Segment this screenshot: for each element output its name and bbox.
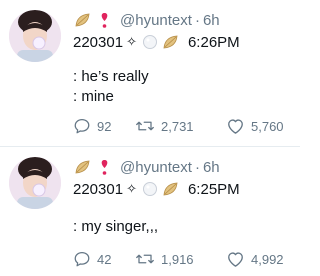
reply-button[interactable]: 92 xyxy=(73,116,111,136)
tweet-text-line: : he’s really xyxy=(73,68,149,85)
like-count: 5,760 xyxy=(251,118,284,134)
retweet-icon xyxy=(135,117,161,135)
reply-icon xyxy=(73,117,97,135)
tweet-feed: @hyuntext · 6h 220301 ✧ 6:26PM : he’s re… xyxy=(0,0,300,276)
tweet-meta-line: 220301 ✧ 6:26PM xyxy=(73,31,240,53)
reply-icon xyxy=(73,250,97,268)
heart-emoji-icon xyxy=(95,158,114,177)
user-handle[interactable]: @hyuntext xyxy=(120,159,192,176)
bubble-emoji-icon xyxy=(141,33,159,51)
tweet-date-code: 220301 xyxy=(73,180,124,198)
leaf-emoji-icon xyxy=(161,180,180,199)
separator-dot: · xyxy=(194,158,200,176)
leaf-emoji-icon xyxy=(73,11,92,30)
reply-count: 92 xyxy=(97,118,112,134)
tweet-text-line: : my singer,,, xyxy=(73,218,159,235)
tweet-date-code: 220301 xyxy=(73,33,124,51)
tweet-text: : he’s really : mine xyxy=(73,67,149,107)
tweet[interactable]: @hyuntext · 6h 220301 ✧ 6:25PM : my sing… xyxy=(0,147,300,276)
tweet-meta-line: 220301 ✧ 6:25PM xyxy=(73,178,240,200)
tweet-text-line: : mine xyxy=(73,88,114,105)
reply-count: 42 xyxy=(97,251,112,267)
heart-emoji-icon xyxy=(95,11,114,30)
separator-dot: · xyxy=(194,11,200,29)
avatar[interactable] xyxy=(9,10,61,62)
leaf-emoji-icon xyxy=(161,33,180,52)
like-button[interactable]: 5,760 xyxy=(226,116,284,136)
tweet[interactable]: @hyuntext · 6h 220301 ✧ 6:26PM : he’s re… xyxy=(0,0,300,146)
tweet-actions: 42 1,916 4,992 xyxy=(73,249,300,269)
tweet-header: @hyuntext · 6h xyxy=(73,10,220,30)
tweet-header: @hyuntext · 6h xyxy=(73,157,220,177)
sparkle-glyph: ✧ xyxy=(126,34,137,49)
leaf-emoji-icon xyxy=(73,158,92,177)
like-button[interactable]: 4,992 xyxy=(226,249,284,269)
tweet-text: : my singer,,, xyxy=(73,217,158,237)
like-icon xyxy=(226,250,251,268)
reply-button[interactable]: 42 xyxy=(73,249,111,269)
retweet-button[interactable]: 1,916 xyxy=(135,249,194,269)
retweet-button[interactable]: 2,731 xyxy=(135,116,194,136)
user-handle[interactable]: @hyuntext xyxy=(120,12,192,29)
bubble-emoji-icon xyxy=(141,180,159,198)
like-icon xyxy=(226,117,251,135)
tweet-actions: 92 2,731 5,760 xyxy=(73,116,300,136)
sparkle-glyph: ✧ xyxy=(126,181,137,196)
retweet-count: 2,731 xyxy=(161,118,194,134)
like-count: 4,992 xyxy=(251,251,284,267)
tweet-time: 6:25PM xyxy=(187,180,240,198)
retweet-count: 1,916 xyxy=(161,251,194,267)
tweet-age[interactable]: 6h xyxy=(203,12,220,29)
retweet-icon xyxy=(135,250,161,268)
avatar[interactable] xyxy=(9,157,61,209)
tweet-age[interactable]: 6h xyxy=(203,159,220,176)
tweet-time: 6:26PM xyxy=(187,33,240,51)
